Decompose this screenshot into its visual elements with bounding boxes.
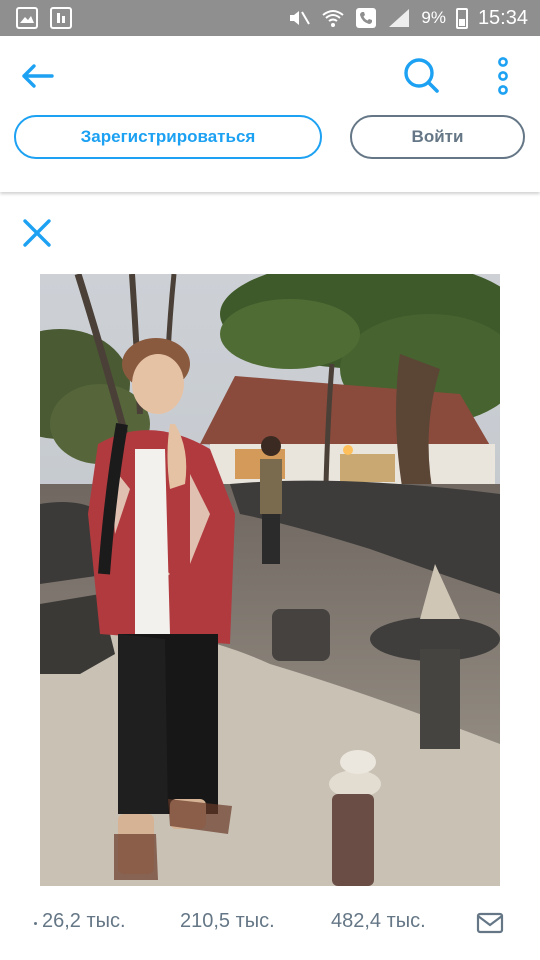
wifi-icon <box>322 10 344 27</box>
signal-icon <box>389 9 410 27</box>
dot-marker <box>34 922 37 925</box>
replies-label: 26,2 тыс. <box>42 910 126 932</box>
likes-count[interactable]: 482,4 тыс. <box>331 910 426 933</box>
likes-label: 482,4 тыс. <box>331 910 426 932</box>
retweets-count[interactable]: 210,5 тыс. <box>180 910 275 933</box>
mute-icon <box>290 11 311 25</box>
gallery-notification-icon <box>16 7 38 29</box>
clock: 15:34 <box>477 6 528 29</box>
login-button[interactable]: Войти <box>350 115 525 159</box>
status-bar: 9% 15:34 <box>0 0 540 36</box>
retweets-label: 210,5 тыс. <box>180 910 275 932</box>
envelope-icon[interactable] <box>476 911 504 935</box>
call-icon <box>356 8 377 28</box>
more-vertical-icon[interactable] <box>492 56 514 96</box>
tweet-stats-bar: 26,2 тыс. 210,5 тыс. 482,4 тыс. <box>0 900 540 944</box>
battery-icon <box>455 7 468 29</box>
tweet-photo[interactable] <box>40 274 500 886</box>
search-icon[interactable] <box>402 56 440 94</box>
app-notification-icon <box>50 7 72 29</box>
photo-illustration <box>40 274 500 886</box>
replies-count[interactable]: 26,2 тыс. <box>42 910 126 933</box>
close-icon[interactable] <box>22 218 52 248</box>
back-arrow-icon[interactable] <box>20 58 56 94</box>
app-bar: Зарегистрироваться Войти <box>0 36 540 192</box>
battery-percent: 9% <box>421 8 446 27</box>
register-button[interactable]: Зарегистрироваться <box>14 115 322 159</box>
